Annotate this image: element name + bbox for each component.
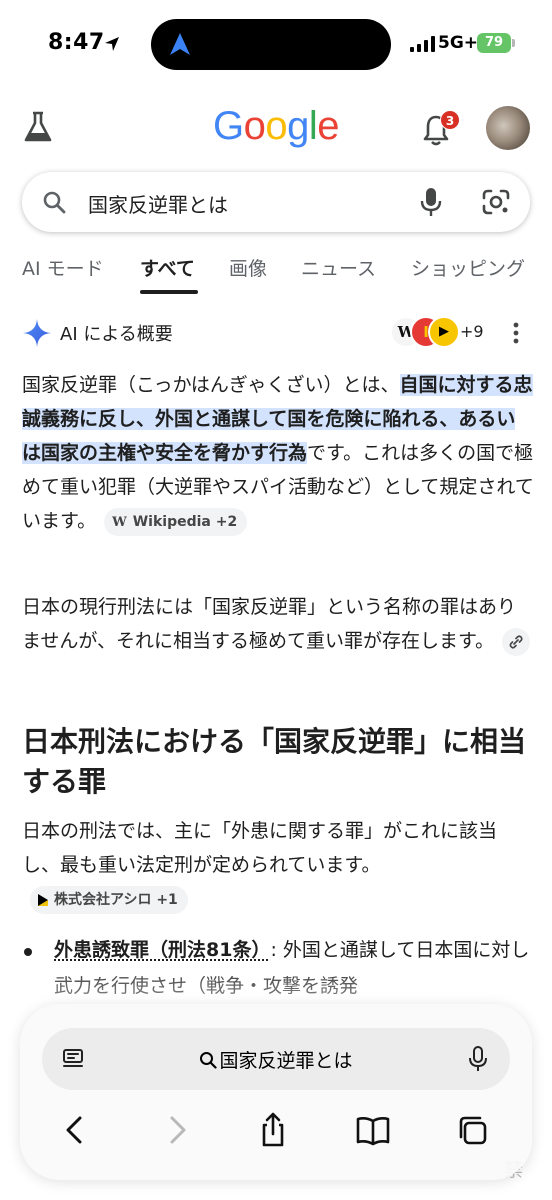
voice-search-icon[interactable]: [420, 187, 442, 217]
logo-letter: o: [243, 104, 266, 148]
search-box[interactable]: 国家反逆罪とは: [22, 172, 530, 232]
search-icon: [43, 191, 66, 214]
tabs-icon[interactable]: [456, 1112, 490, 1148]
dictation-icon[interactable]: [468, 1046, 488, 1072]
address-bar[interactable]: 国家反逆罪とは: [42, 1028, 510, 1090]
signal-icon: [410, 36, 435, 52]
ai-paragraph-definition: 国家反逆罪（こっかはんぎゃくざい）とは、自国に対する忠誠義務に反し、外国と通謀し…: [22, 368, 534, 538]
google-lens-icon[interactable]: [482, 189, 510, 215]
forward-icon[interactable]: [160, 1112, 194, 1148]
search-input[interactable]: 国家反逆罪とは: [88, 189, 228, 218]
tab-news[interactable]: ニュース: [301, 254, 376, 281]
bullet-term[interactable]: 外患誘致罪（刑法81条）: [54, 939, 270, 961]
tab-ai-mode[interactable]: AI モード: [22, 254, 104, 281]
link-citation-chip[interactable]: [502, 627, 531, 656]
navigation-arrow-icon: [170, 33, 190, 55]
status-bar: 8:47 5G+ 79: [0, 0, 552, 92]
dynamic-island: [151, 19, 391, 70]
notification-badge: 3: [440, 110, 460, 130]
section-heading: 日本刑法における「国家反逆罪」に相当する罪: [22, 725, 527, 798]
tab-shopping[interactable]: ショッピング: [411, 254, 525, 281]
logo-letter: g: [287, 104, 309, 148]
avatar[interactable]: [486, 106, 530, 150]
back-icon[interactable]: [58, 1112, 92, 1148]
network-type: 5G+: [438, 33, 479, 53]
asiro-source-icon: ▶: [428, 316, 460, 348]
logo-letter: G: [212, 104, 244, 148]
definition-prefix: 国家反逆罪（こっかはんぎゃくざい）とは、: [22, 374, 400, 396]
battery-tip: [512, 39, 515, 47]
asiro-chip-icon: [38, 893, 48, 906]
bookmarks-icon[interactable]: [356, 1112, 390, 1148]
asiro-citation-chip[interactable]: 株式会社アシロ +1: [30, 885, 188, 914]
location-arrow-icon: [105, 37, 119, 51]
logo-letter: e: [317, 104, 339, 148]
wikipedia-chip-label: Wikipedia +2: [132, 513, 238, 530]
google-logo: Google: [0, 104, 552, 149]
search-tabs: AI モード すべて 画像 ニュース ショッピング: [22, 254, 552, 298]
logo-letter: l: [308, 104, 318, 148]
address-text: 国家反逆罪とは: [219, 1050, 353, 1072]
japan-law-text: 日本の現行刑法には「国家反逆罪」という名称の罪はありませんが、それに相当する極め…: [22, 596, 517, 652]
wikipedia-citation-chip[interactable]: W Wikipedia +2: [104, 507, 248, 536]
source-icons[interactable]: W I ▶: [390, 316, 460, 350]
wikipedia-chip-icon: W: [112, 514, 127, 530]
ai-sparkle-icon: [23, 319, 51, 347]
active-tab-indicator: [140, 290, 198, 294]
share-icon[interactable]: [256, 1112, 290, 1148]
browser-toolbar: 国家反逆罪とは: [20, 1004, 532, 1180]
address-text-wrap: 国家反逆罪とは: [42, 1046, 510, 1073]
address-search-icon: [200, 1052, 218, 1069]
battery-indicator: 79: [477, 33, 511, 53]
ai-paragraph-japan: 日本の現行刑法には「国家反逆罪」という名称の罪はありませんが、それに相当する極め…: [22, 590, 534, 658]
sources-more-count[interactable]: +9: [460, 322, 484, 341]
link-icon: [509, 634, 523, 649]
ai-paragraph-gaikan: 日本の刑法では、主に「外患に関する罪」がこれに該当し、最も重い法定刑が定められて…: [22, 814, 534, 916]
ai-overview-title: AI による概要: [60, 324, 173, 345]
gaikan-text: 日本の刑法では、主に「外患に関する罪」がこれに該当し、最も重い法定刑が定められて…: [22, 820, 498, 876]
logo-letter: o: [265, 104, 288, 148]
status-time: 8:47: [48, 30, 105, 55]
asiro-chip-label: 株式会社アシロ +1: [54, 891, 178, 908]
more-options-icon[interactable]: [510, 320, 522, 346]
bullet-dot: [24, 948, 32, 956]
tab-images[interactable]: 画像: [229, 254, 267, 281]
tab-all[interactable]: すべて: [140, 254, 195, 281]
